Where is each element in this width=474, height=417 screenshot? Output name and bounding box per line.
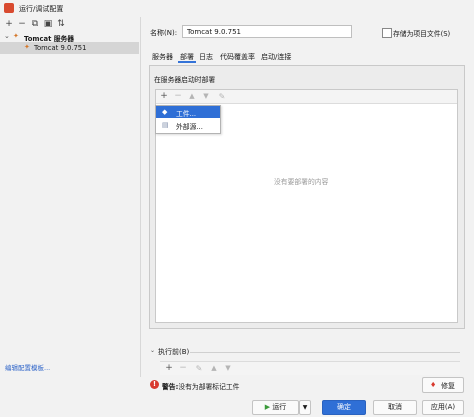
run-button[interactable]: ▶ 运行 [252,400,299,415]
run-dropdown-button[interactable]: ▼ [299,400,311,415]
store-as-project-label: 存储为项目文件(S) [393,30,451,38]
folder-icon[interactable]: ▣ [43,19,53,29]
apply-button[interactable]: 应用(A) [422,400,464,415]
warning-text: 没有为部署标记工件 [178,383,240,391]
edit-icon[interactable]: ✎ [193,362,205,375]
move-down-icon[interactable]: ▼ [200,90,212,103]
menu-item-artifact[interactable]: ◆ 工件... [156,106,220,118]
fix-button[interactable]: ♦ 修复 [422,377,464,393]
warning-prefix: 警告: [162,383,179,391]
divider [190,352,460,353]
bulb-icon: ♦ [430,381,437,389]
menu-item-label: 外部源... [176,123,203,131]
active-tab-indicator [178,61,196,63]
tab-server[interactable]: 服务器 [152,52,173,62]
remove-icon[interactable]: − [172,90,184,103]
before-launch-toolbar: + − ✎ ▲ ▼ [160,361,460,375]
move-down-icon[interactable]: ▼ [222,362,234,375]
add-icon[interactable]: + [163,362,175,375]
tab-logs[interactable]: 日志 [199,52,213,62]
before-launch-label: 执行前(B) [158,348,190,356]
error-icon: ! [150,380,159,389]
move-up-icon[interactable]: ▲ [208,362,220,375]
tab-code-coverage[interactable]: 代码覆盖率 [220,52,255,62]
run-icon: ▶ [264,403,271,411]
plus-icon[interactable]: + [4,19,14,29]
chevron-down-icon: ▼ [302,404,308,411]
warning-message: 警告:没有为部署标记工件 [162,381,239,391]
store-as-project-checkbox[interactable] [382,28,392,38]
cancel-button[interactable]: 取消 [373,400,417,415]
window-title: 运行/调试配置 [19,5,64,13]
chevron-down-icon[interactable]: ⌄ [150,347,155,354]
ok-button[interactable]: 确定 [322,400,366,415]
menu-item-label: 工件... [176,110,197,118]
empty-deployment-text: 没有要部署的内容 [274,178,329,186]
sort-icon[interactable]: ⇅ [56,19,66,29]
tree-item-label: Tomcat 9.0.751 [34,44,87,52]
tomcat-icon: ✦ [13,32,19,40]
add-deployment-menu: ◆ 工件... ▤ 外部源... [155,105,221,134]
deployment-toolbar: + − ▲ ▼ ✎ [156,90,457,104]
copy-icon[interactable]: ⧉ [30,19,40,29]
document-icon: ▤ [162,121,169,129]
edit-icon[interactable]: ✎ [216,90,228,103]
config-tree-panel: + − ⧉ ▣ ⇅ ⌄ ✦ Tomcat 服务器 ✦ Tomcat 9.0.75… [0,17,141,377]
tab-startup-connection[interactable]: 启动/连接 [261,52,291,62]
tomcat-icon: ✦ [24,43,30,51]
remove-icon[interactable]: − [177,362,189,375]
fix-label: 修复 [441,382,455,390]
name-field[interactable]: Tomcat 9.0.751 [182,25,352,38]
artifact-icon: ◆ [162,108,168,116]
chevron-down-icon[interactable]: ⌄ [4,32,10,40]
move-up-icon[interactable]: ▲ [186,90,198,103]
run-label: 运行 [272,403,287,411]
edit-templates-link[interactable]: 编辑配置模板... [5,362,50,372]
minus-icon[interactable]: − [17,19,27,29]
deployment-section-title: 在服务器启动时部署 [154,76,216,84]
menu-item-external-source[interactable]: ▤ 外部源... [156,119,220,131]
add-icon[interactable]: + [158,90,170,103]
tree-item-tomcat-config[interactable]: ✦ Tomcat 9.0.751 [0,42,139,54]
app-icon [4,3,14,13]
name-label: 名称(N): [150,29,178,37]
title-bar: 运行/调试配置 [0,0,474,17]
